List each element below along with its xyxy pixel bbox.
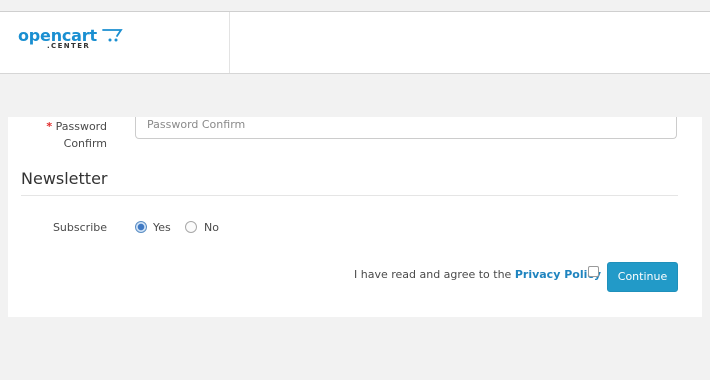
subscribe-no-radio[interactable] [185, 221, 197, 233]
continue-button[interactable]: Continue [607, 262, 678, 292]
subscribe-yes-radio[interactable] [135, 221, 147, 233]
subscribe-yes-label[interactable]: Yes [153, 221, 171, 234]
password-confirm-input[interactable]: Password Confirm [135, 117, 677, 139]
register-form-card: * Password Confirm Password Confirm News… [8, 117, 702, 317]
password-confirm-placeholder: Password Confirm [147, 118, 246, 131]
newsletter-legend: Newsletter [21, 169, 108, 188]
password-confirm-label-line2: Confirm [63, 137, 107, 150]
subscribe-no-label[interactable]: No [204, 221, 219, 234]
agree-text: I have read and agree to the [354, 268, 512, 281]
site-logo[interactable]: opencart .CENTER [18, 26, 128, 66]
password-confirm-label-line1: Password [55, 120, 107, 133]
required-marker: * [46, 120, 53, 133]
cart-icon [102, 29, 123, 42]
site-header: opencart .CENTER [0, 12, 710, 74]
agree-checkbox[interactable] [588, 266, 599, 277]
password-confirm-label: * Password Confirm [28, 118, 107, 152]
legend-divider [21, 195, 678, 196]
subscribe-label: Subscribe [52, 221, 107, 234]
privacy-agreement: I have read and agree to the Privacy Pol… [354, 268, 601, 281]
logo-subtext: .CENTER [47, 42, 91, 50]
header-divider [229, 12, 230, 73]
